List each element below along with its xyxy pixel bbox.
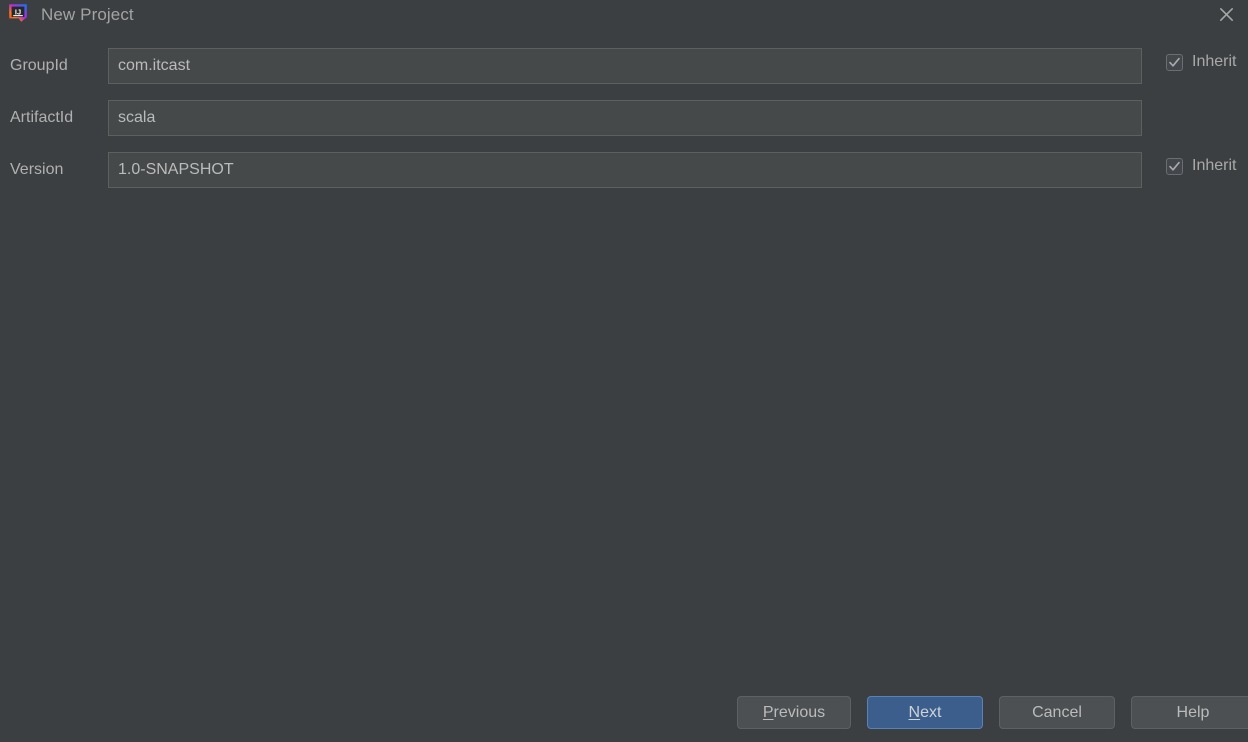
cancel-button-label: Cancel [1032, 703, 1082, 721]
help-button[interactable]: Help [1131, 696, 1248, 729]
dialog-button-bar: Previous Next Cancel Help [0, 696, 1248, 729]
cancel-button[interactable]: Cancel [999, 696, 1115, 729]
checkbox-checked-icon [1166, 157, 1183, 175]
artifactid-input[interactable] [108, 100, 1142, 136]
form-row-artifactid: ArtifactId [0, 100, 1248, 136]
version-inherit-checkbox[interactable]: Inherit [1166, 157, 1236, 175]
version-label: Version [10, 161, 64, 178]
previous-button-label: revious [773, 703, 826, 721]
window-title: New Project [41, 5, 134, 24]
groupid-inherit-label: Inherit [1192, 53, 1237, 70]
title-bar: IJ New Project [0, 0, 1248, 30]
previous-button-mnemonic: P [762, 703, 774, 721]
form-row-version: Version Inherit [0, 152, 1248, 188]
form-row-groupid: GroupId Inherit [0, 48, 1248, 84]
next-button[interactable]: Next [867, 696, 983, 729]
close-icon[interactable] [1208, 0, 1244, 28]
artifactid-label: ArtifactId [10, 109, 74, 126]
intellij-idea-icon: IJ [8, 3, 28, 23]
next-button-mnemonic: N [908, 703, 921, 721]
groupid-input[interactable] [108, 48, 1142, 84]
help-button-label: Help [1176, 703, 1210, 721]
version-input[interactable] [108, 152, 1142, 188]
checkbox-checked-icon [1166, 53, 1183, 71]
version-inherit-label: Inherit [1192, 157, 1237, 174]
groupid-label: GroupId [10, 57, 68, 74]
previous-button[interactable]: Previous [737, 696, 851, 729]
groupid-inherit-checkbox[interactable]: Inherit [1166, 53, 1236, 71]
next-button-label: ext [920, 703, 942, 721]
